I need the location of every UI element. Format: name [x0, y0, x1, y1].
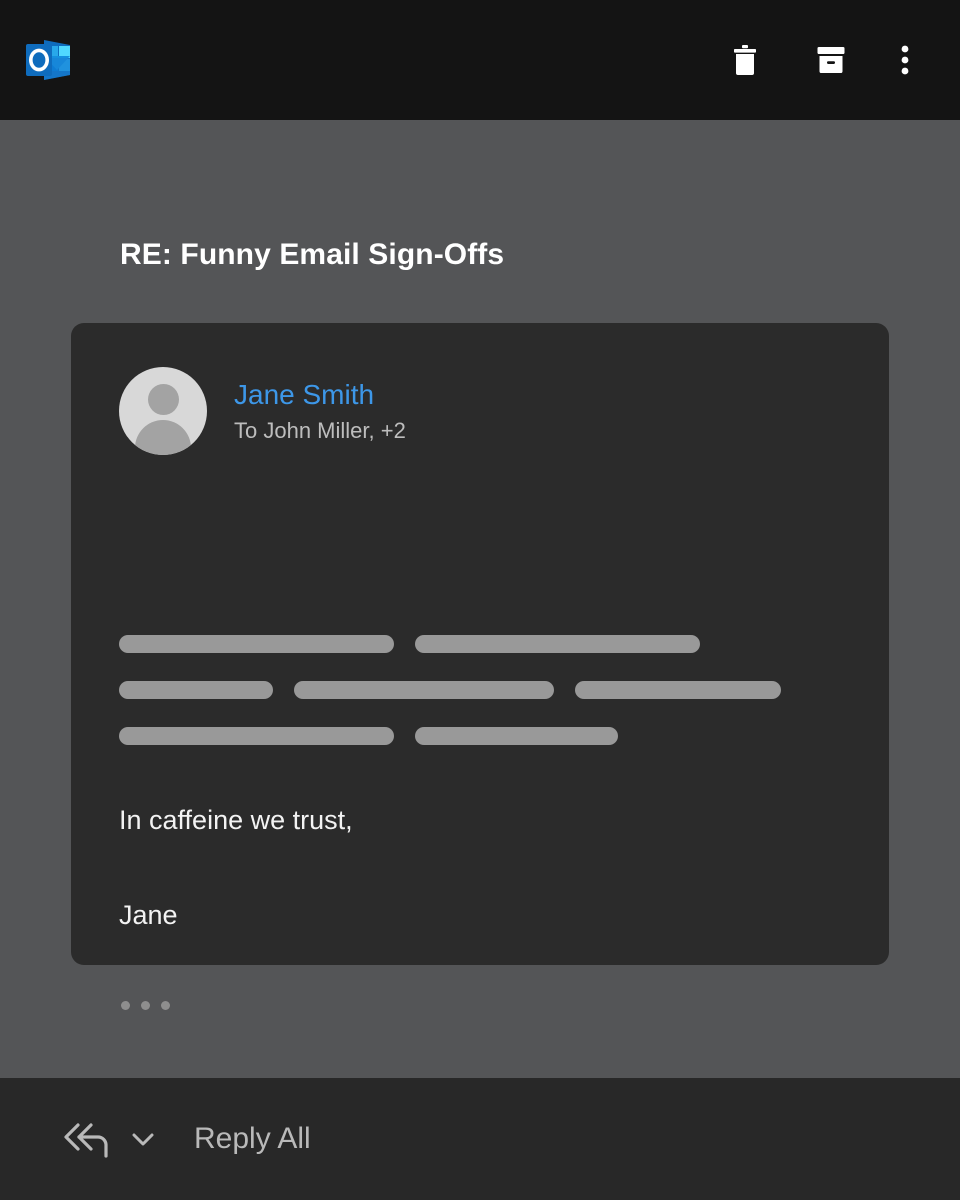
archive-button[interactable] — [788, 25, 874, 95]
app-header — [0, 0, 960, 120]
more-options-button[interactable] — [874, 25, 936, 95]
placeholder-bar — [119, 727, 394, 745]
reading-pane: RE: Funny Email Sign-Offs Jane Smith To … — [0, 120, 960, 1078]
reply-all-icon-group — [62, 1117, 160, 1161]
ellipsis-dot — [121, 1001, 130, 1010]
placeholder-row — [119, 635, 839, 653]
reply-all-label: Reply All — [194, 1122, 311, 1155]
person-avatar-icon — [119, 367, 207, 455]
sender-row: Jane Smith To John Miller, +2 — [119, 367, 406, 455]
placeholder-bar — [415, 727, 618, 745]
ellipsis-icon[interactable] — [119, 995, 172, 1016]
header-actions — [702, 25, 936, 95]
signature-text: Jane — [119, 900, 178, 930]
signoff-text: In caffeine we trust, — [119, 805, 353, 835]
chevron-down-icon — [132, 1133, 154, 1146]
placeholder-row — [119, 681, 839, 699]
page-title: RE: Funny Email Sign-Offs — [120, 238, 505, 271]
sender-text-block: Jane Smith To John Miller, +2 — [234, 379, 406, 443]
reply-all-icon — [64, 1123, 108, 1158]
outlook-logo-icon[interactable] — [22, 34, 74, 86]
placeholder-bar — [415, 635, 700, 653]
placeholder-bar — [119, 635, 394, 653]
sender-name[interactable]: Jane Smith — [234, 379, 406, 411]
placeholder-bar — [119, 681, 273, 699]
action-bar: Reply All — [0, 1078, 960, 1200]
reply-all-button[interactable]: Reply All — [0, 1078, 311, 1200]
message-body-placeholder — [119, 635, 839, 773]
avatar-head — [147, 384, 179, 415]
recipients-label[interactable]: To John Miller, +2 — [234, 418, 406, 443]
delete-button[interactable] — [702, 25, 788, 95]
placeholder-bar — [294, 681, 554, 699]
ellipsis-dot — [161, 1001, 170, 1010]
placeholder-row — [119, 727, 839, 745]
placeholder-bar — [575, 681, 781, 699]
ellipsis-dot — [141, 1001, 150, 1010]
trash-icon — [734, 45, 756, 75]
message-card[interactable]: Jane Smith To John Miller, +2 In caffein… — [71, 323, 889, 1010]
archive-icon — [817, 47, 845, 73]
more-vertical-icon — [901, 45, 909, 75]
avatar-body — [135, 420, 191, 455]
